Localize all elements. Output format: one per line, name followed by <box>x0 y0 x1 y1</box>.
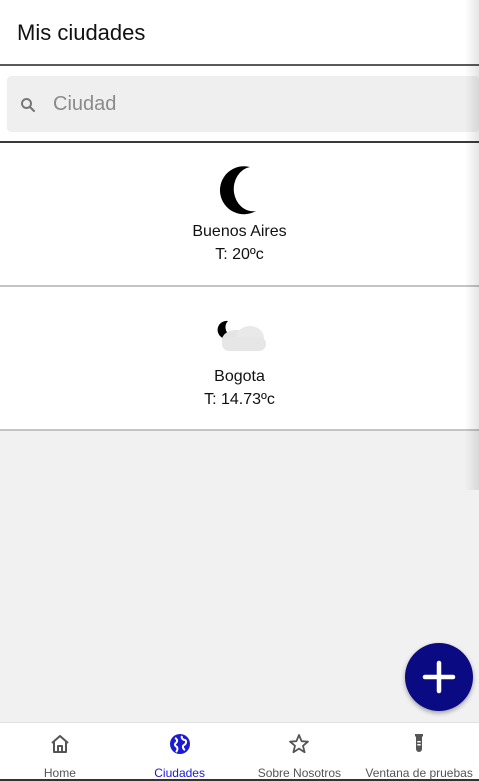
nav-item-ventana-de-pruebas[interactable]: Ventana de pruebas <box>359 723 479 780</box>
city-name: Bogota <box>214 368 265 385</box>
add-city-button[interactable] <box>405 643 473 711</box>
home-icon <box>51 735 69 753</box>
app-screen: Mis ciudades Buenos Aires T: 20ºc Bogota… <box>0 0 479 781</box>
nav-label: Ventana de pruebas <box>365 766 473 780</box>
nav-label: Home <box>43 766 76 780</box>
page-title: Mis ciudades <box>17 20 146 45</box>
star-icon <box>289 734 310 754</box>
moon-icon <box>219 166 256 215</box>
bottom-navigation: Home Ciudades Sobre Nosotros Ventana de … <box>0 722 479 781</box>
plus-icon <box>422 660 456 694</box>
city-temperature: T: 20ºc <box>215 246 264 263</box>
city-card-bogota[interactable]: Bogota T: 14.73ºc <box>0 287 479 431</box>
city-name: Buenos Aires <box>192 223 287 240</box>
cloudy-night-icon <box>217 320 266 351</box>
nav-label: Ciudades <box>154 766 205 780</box>
search-input[interactable] <box>53 88 453 120</box>
globe-icon <box>169 734 190 754</box>
nav-item-home[interactable]: Home <box>0 723 120 780</box>
test-tube-icon <box>415 734 424 752</box>
nav-item-sobre-nosotros[interactable]: Sobre Nosotros <box>240 723 360 780</box>
search-bar[interactable] <box>7 76 479 132</box>
search-area <box>0 66 479 143</box>
city-temperature: T: 14.73ºc <box>204 391 275 408</box>
nav-item-ciudades[interactable]: Ciudades <box>120 723 240 780</box>
nav-label: Sobre Nosotros <box>257 766 342 780</box>
app-header: Mis ciudades <box>0 0 479 66</box>
city-card-buenos-aires[interactable]: Buenos Aires T: 20ºc <box>0 143 479 287</box>
search-icon <box>21 98 36 113</box>
